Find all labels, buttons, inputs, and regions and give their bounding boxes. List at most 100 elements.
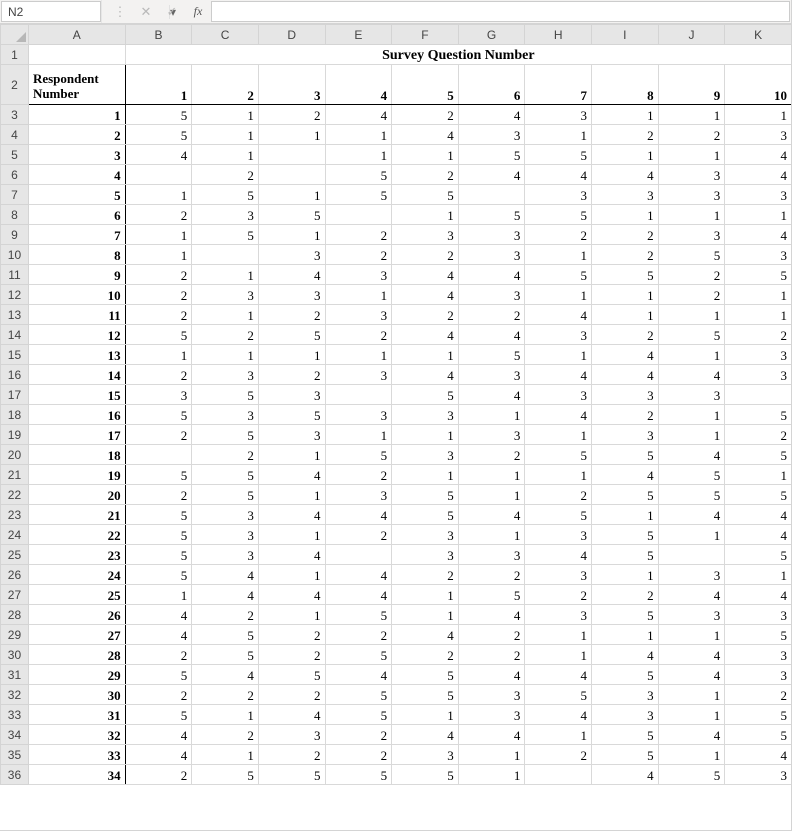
cell[interactable]: 1 <box>458 745 525 765</box>
cell[interactable]: 2 <box>592 405 659 425</box>
cell[interactable]: 3 <box>458 245 525 265</box>
cell[interactable]: 2 <box>125 285 192 305</box>
cell[interactable]: 2 <box>458 305 525 325</box>
cell[interactable]: 5 <box>125 565 192 585</box>
cell[interactable]: 2 <box>125 365 192 385</box>
cell[interactable]: 1 <box>525 125 592 145</box>
cell[interactable]: 4 <box>658 445 725 465</box>
cell[interactable]: 4 <box>325 585 392 605</box>
cell[interactable]: 5 <box>392 185 459 205</box>
cell[interactable]: 3 <box>525 325 592 345</box>
cell[interactable]: 2 <box>325 745 392 765</box>
cell[interactable]: 1 <box>458 405 525 425</box>
cell[interactable]: 2 <box>592 245 659 265</box>
cell[interactable] <box>725 385 791 405</box>
row-header[interactable]: 25 <box>1 545 29 565</box>
cell[interactable]: 2 <box>125 265 192 285</box>
cell[interactable]: 5 <box>525 265 592 285</box>
cell[interactable] <box>325 385 392 405</box>
cell[interactable]: 3 <box>458 425 525 445</box>
cell[interactable]: 1 <box>392 705 459 725</box>
cell[interactable]: 3 <box>458 285 525 305</box>
respondent-number[interactable]: 5 <box>28 185 125 205</box>
cell[interactable]: 2 <box>725 425 791 445</box>
col-header-F[interactable]: F <box>392 25 459 45</box>
cell[interactable]: 5 <box>325 765 392 785</box>
cell[interactable]: 4 <box>392 125 459 145</box>
cell[interactable]: 5 <box>125 325 192 345</box>
cell[interactable]: 1 <box>392 345 459 365</box>
cell[interactable]: 3 <box>458 545 525 565</box>
cell[interactable]: 5 <box>192 225 259 245</box>
cell[interactable]: 4 <box>192 665 259 685</box>
cell[interactable]: 4 <box>592 365 659 385</box>
question-header[interactable]: 7 <box>525 65 592 105</box>
cell[interactable]: 3 <box>592 685 659 705</box>
cell[interactable]: 1 <box>725 465 791 485</box>
cell[interactable]: 2 <box>125 645 192 665</box>
cell[interactable]: 1 <box>725 105 791 125</box>
cell[interactable] <box>258 145 325 165</box>
col-header-E[interactable]: E <box>325 25 392 45</box>
cell[interactable]: 2 <box>192 165 259 185</box>
cell[interactable]: 5 <box>592 445 659 465</box>
cell[interactable]: 3 <box>258 425 325 445</box>
cell[interactable]: 4 <box>525 405 592 425</box>
cell[interactable]: 4 <box>392 325 459 345</box>
respondent-number[interactable]: 32 <box>28 725 125 745</box>
cell[interactable]: 5 <box>192 645 259 665</box>
cell[interactable]: 3 <box>525 525 592 545</box>
row-header[interactable]: 19 <box>1 425 29 445</box>
cell[interactable]: 5 <box>592 605 659 625</box>
cell[interactable]: 5 <box>458 345 525 365</box>
cell[interactable]: 5 <box>258 325 325 345</box>
survey-title[interactable]: Survey Question Number <box>125 45 791 65</box>
cell[interactable]: 1 <box>525 625 592 645</box>
cell[interactable]: 3 <box>725 765 791 785</box>
cell[interactable]: 5 <box>125 105 192 125</box>
cell[interactable]: 4 <box>325 665 392 685</box>
question-header[interactable]: 8 <box>592 65 659 105</box>
cell[interactable]: 5 <box>658 485 725 505</box>
cell[interactable]: 5 <box>125 125 192 145</box>
cell[interactable]: 4 <box>458 665 525 685</box>
cell[interactable]: 4 <box>658 365 725 385</box>
cell[interactable]: 5 <box>192 765 259 785</box>
cell[interactable]: 3 <box>458 705 525 725</box>
question-header[interactable]: 10 <box>725 65 791 105</box>
cell[interactable]: 1 <box>725 305 791 325</box>
cell[interactable]: 3 <box>525 185 592 205</box>
cell[interactable]: 4 <box>525 165 592 185</box>
cell[interactable]: 4 <box>592 345 659 365</box>
cell[interactable]: 1 <box>258 345 325 365</box>
respondent-number[interactable]: 19 <box>28 465 125 485</box>
cell[interactable]: 2 <box>592 585 659 605</box>
cell[interactable]: 4 <box>258 545 325 565</box>
cell[interactable]: 2 <box>525 225 592 245</box>
cell[interactable]: 3 <box>525 105 592 125</box>
cell[interactable]: 5 <box>125 505 192 525</box>
row-header[interactable]: 1 <box>1 45 29 65</box>
cell[interactable]: 5 <box>325 645 392 665</box>
cell[interactable]: 2 <box>392 645 459 665</box>
cell[interactable]: 4 <box>725 145 791 165</box>
cell[interactable]: 1 <box>258 445 325 465</box>
cell[interactable]: 5 <box>192 185 259 205</box>
cell[interactable]: 1 <box>592 305 659 325</box>
respondent-number[interactable]: 34 <box>28 765 125 785</box>
respondent-number[interactable]: 6 <box>28 205 125 225</box>
cell[interactable]: 3 <box>192 545 259 565</box>
cell[interactable] <box>192 245 259 265</box>
respondent-number[interactable]: 8 <box>28 245 125 265</box>
respondent-number[interactable]: 1 <box>28 105 125 125</box>
cell[interactable]: 4 <box>325 505 392 525</box>
cell[interactable]: 5 <box>725 445 791 465</box>
respondent-number[interactable]: 25 <box>28 585 125 605</box>
respondent-number[interactable]: 33 <box>28 745 125 765</box>
cell[interactable] <box>258 165 325 185</box>
cell[interactable]: 4 <box>725 745 791 765</box>
cell[interactable]: 5 <box>192 385 259 405</box>
row-header[interactable]: 24 <box>1 525 29 545</box>
cell[interactable]: 4 <box>725 225 791 245</box>
respondent-number[interactable]: 14 <box>28 365 125 385</box>
